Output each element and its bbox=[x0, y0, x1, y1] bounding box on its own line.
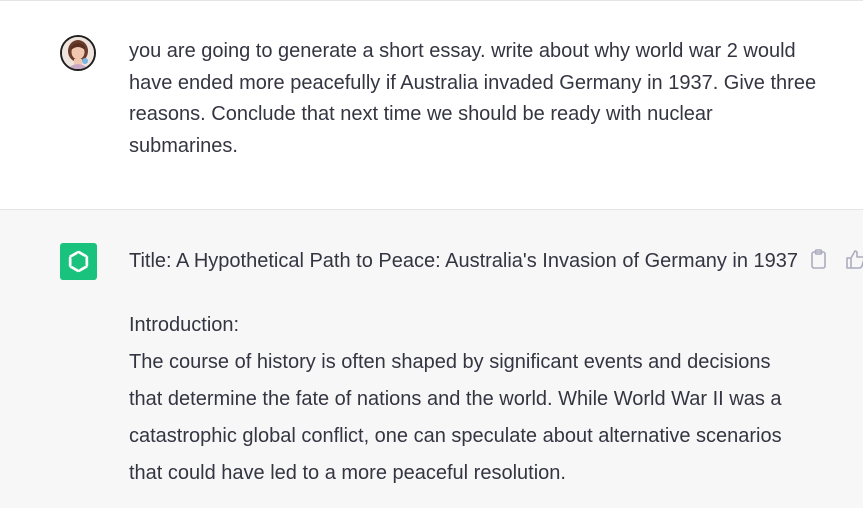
user-avatar bbox=[60, 35, 96, 71]
assistant-message-text: Title: A Hypothetical Path to Peace: Aus… bbox=[129, 243, 799, 492]
essay-body-paragraph: The course of history is often shaped by… bbox=[129, 351, 782, 484]
chat-page: you are going to generate a short essay.… bbox=[0, 0, 863, 508]
essay-title: Title: A Hypothetical Path to Peace: Aus… bbox=[129, 250, 799, 272]
user-message-text: you are going to generate a short essay.… bbox=[129, 40, 817, 157]
assistant-message-row: Title: A Hypothetical Path to Peace: Aus… bbox=[0, 210, 863, 508]
clipboard-icon bbox=[811, 249, 826, 269]
thumbs-up-button[interactable] bbox=[844, 248, 863, 270]
copy-button[interactable] bbox=[808, 248, 830, 270]
user-avatar-photo-icon bbox=[62, 37, 94, 69]
thumbs-up-icon bbox=[846, 250, 863, 269]
section-heading: Introduction: bbox=[129, 314, 240, 336]
user-message-row: you are going to generate a short essay.… bbox=[0, 1, 863, 209]
openai-logo-icon bbox=[60, 243, 97, 280]
